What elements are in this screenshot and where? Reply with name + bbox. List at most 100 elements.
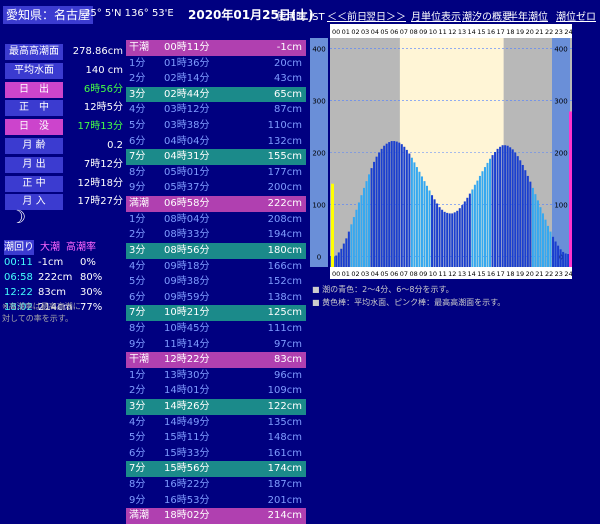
hour-label-top: 21 [535, 28, 543, 36]
y-tick-label: 100 [312, 202, 325, 210]
tide-phase-label: 1分 [129, 57, 146, 69]
tide-bar [448, 213, 451, 267]
tide-phase-label: 4分 [129, 416, 146, 428]
tide-bar [476, 180, 479, 267]
tide-bar [546, 225, 550, 267]
tide-bar [552, 236, 555, 267]
hour-label-top: 24 [564, 28, 572, 36]
tide-level: 180cm [267, 244, 302, 256]
tide-rounds-header: 潮回り 大潮 高潮率 [2, 240, 126, 255]
tide-phase-label: 4分 [129, 104, 146, 116]
tide-bar [441, 209, 444, 267]
y-tick-label: 0 [317, 254, 321, 262]
tide-phase-label: 7分 [129, 151, 146, 163]
tide-bar [453, 212, 456, 267]
tide-level: 187cm [267, 479, 302, 491]
tide-bar [559, 249, 562, 267]
tide-bar [443, 211, 446, 267]
tide-round-row: 06:58 222cm 80% [2, 270, 126, 285]
hour-label-bottom: 04 [371, 270, 379, 278]
hour-label-bottom: 20 [526, 270, 534, 278]
tide-time: 04時31分 [164, 151, 210, 163]
hour-label-top: 03 [361, 28, 369, 36]
tide-level: 138cm [267, 291, 302, 303]
summary-value: 278.86cm [72, 46, 123, 57]
legend-line-yellow-pink: ■ 黄色棒：平均水面、ピンク棒：最高高潮面を示す。 [312, 298, 506, 307]
tide-round-time: 06:58 [4, 272, 33, 283]
next-day-link[interactable]: 翌日＞＞ [366, 8, 406, 23]
tide-bar [393, 141, 396, 267]
tide-time: 05時01分 [164, 166, 210, 178]
tide-bar [365, 181, 368, 267]
tide-level: 20cm [274, 57, 302, 69]
hour-label-top: 06 [390, 28, 398, 36]
tide-bar [468, 193, 471, 267]
tide-level: 161cm [267, 447, 302, 459]
hour-label-bottom: 05 [380, 270, 388, 278]
tide-bar [433, 199, 436, 267]
half-year-link[interactable]: 半年潮位 [508, 8, 548, 23]
tide-bar [413, 162, 416, 267]
summary-label: 日 出 [5, 81, 63, 98]
summary-label: 月 齢 [5, 137, 63, 154]
tide-bar [373, 161, 376, 267]
summary-label: 最高高潮面 [5, 44, 63, 60]
tide-bar [342, 243, 345, 267]
tide-phase-label: 4分 [129, 260, 146, 272]
tide-table-row: 4分 03時12分 87cm [126, 102, 306, 118]
tide-table-row: 7分 04時31分 155cm [126, 149, 306, 165]
summary-row: 月 出 7時12分 [2, 156, 126, 175]
summary-value: 12時5分 [83, 102, 123, 114]
tide-bar [531, 187, 534, 267]
tide-bar [511, 149, 514, 267]
tide-table-row: 5分 15時11分 148cm [126, 430, 306, 446]
hour-label-bottom: 14 [468, 270, 476, 278]
tide-table-row: 6分 15時33分 161cm [126, 446, 306, 462]
tide-table-row: 6分 04時04分 132cm [126, 134, 306, 150]
summary-label: 正 中 [5, 100, 63, 117]
prev-day-link[interactable]: ＜＜前日 [327, 8, 367, 23]
summary-row: 正 中 12時18分 [2, 175, 126, 194]
tide-overview-link[interactable]: 潮汐の概要 [462, 8, 512, 23]
tide-bar [521, 164, 524, 267]
tide-level: 125cm [267, 307, 302, 319]
tide-bar [483, 167, 486, 267]
tide-table-row: 6分 09時59分 138cm [126, 290, 306, 306]
tide-bar [362, 187, 365, 267]
tide-table-row: 9分 05時37分 200cm [126, 180, 306, 196]
hour-label-bottom: 21 [535, 270, 543, 278]
hour-label-bottom: 22 [545, 270, 553, 278]
tide-round-time: 00:11 [4, 257, 33, 268]
tide-bar [390, 141, 393, 267]
summary-value: 17時27分 [77, 196, 123, 208]
tide-bar [395, 141, 398, 267]
tide-time: 04時04分 [164, 135, 210, 147]
tide-bar [425, 185, 429, 267]
tide-bar [491, 155, 494, 267]
summary-label: 正 中 [5, 175, 63, 192]
tide-bar [473, 184, 476, 267]
tide-zero-link[interactable]: 潮位ゼロ [556, 8, 596, 23]
tide-bar [400, 144, 403, 267]
tide-round-rate: 77% [80, 302, 103, 313]
tide-round-row: 00:11 -1cm 0% [2, 255, 126, 270]
tide-bar [446, 212, 449, 267]
hour-label-top: 22 [545, 28, 553, 36]
tide-phase-label: 5分 [129, 276, 146, 288]
hour-label-bottom: 09 [419, 270, 427, 278]
tide-phase-label: 1分 [129, 213, 146, 225]
legend-line-blue: ■ 潮の青色：2〜4分、6〜8分を示す。 [312, 285, 454, 294]
tide-table-row: 1分 01時36分 20cm [126, 56, 306, 72]
tide-bar [438, 207, 441, 267]
hour-label-top: 16 [487, 28, 495, 36]
tide-bar [405, 149, 408, 267]
hour-label-top: 04 [371, 28, 379, 36]
tide-bar [463, 201, 466, 267]
tide-bar [516, 156, 519, 267]
footnote-line: 対しての率を示す。 [2, 314, 73, 323]
tide-time: 09時18分 [164, 260, 210, 272]
tide-bar [423, 181, 426, 267]
hour-label-bottom: 13 [458, 270, 466, 278]
tide-bar [466, 197, 469, 267]
monthly-view-link[interactable]: 月単位表示 [411, 8, 461, 23]
